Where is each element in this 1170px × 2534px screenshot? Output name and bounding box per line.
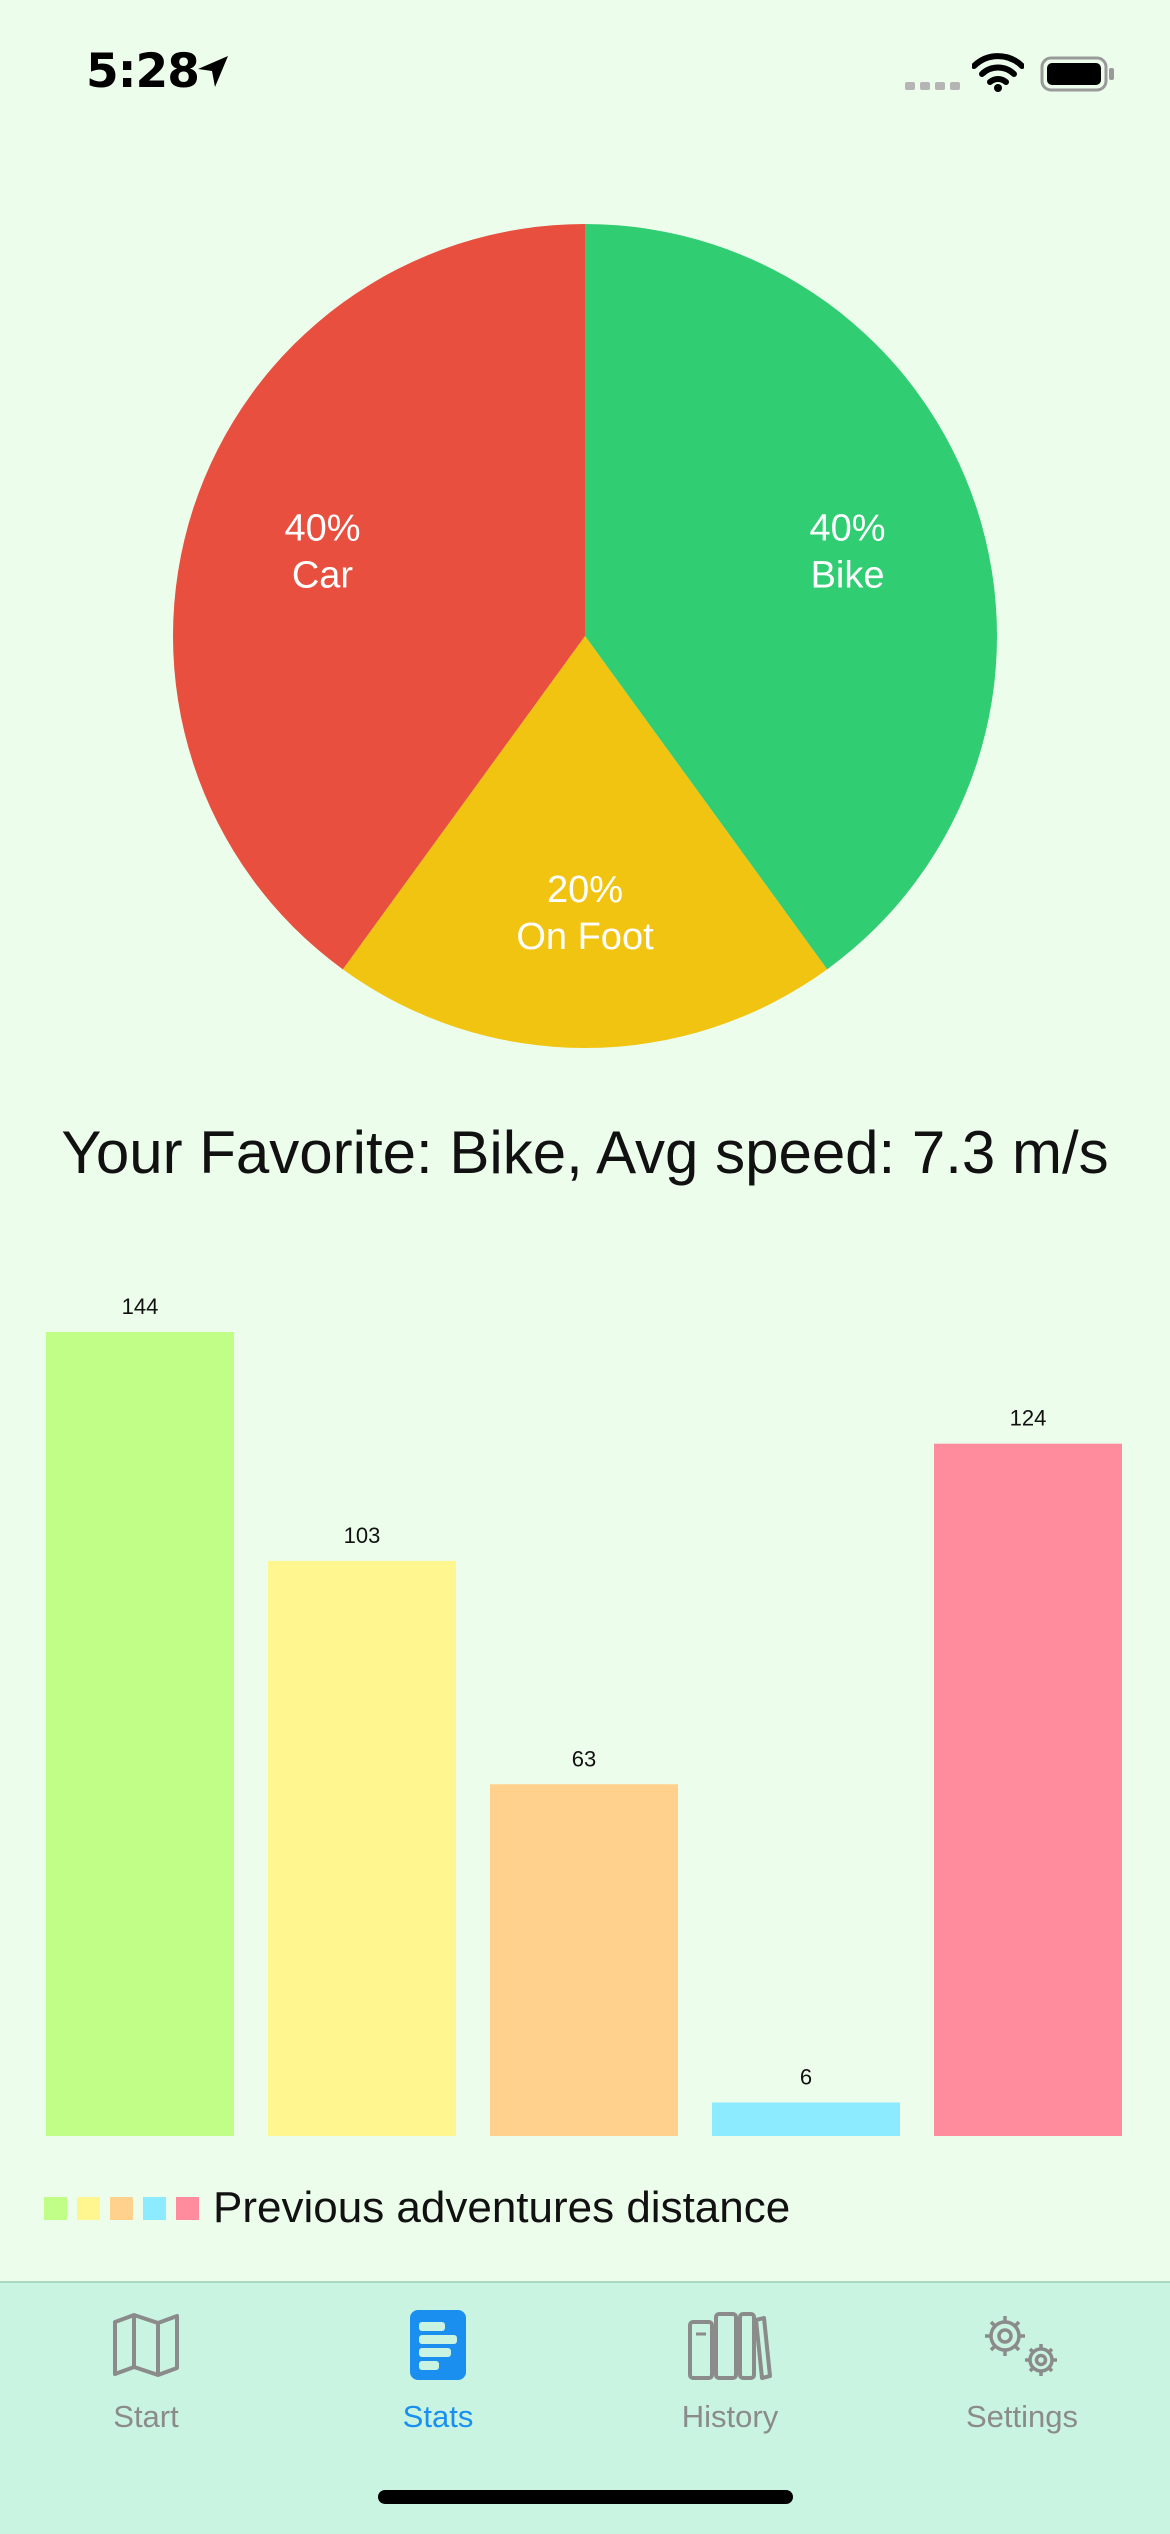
tab-stats[interactable]: Stats [328,2305,548,2445]
bar-3 [490,1784,678,2136]
battery-icon [1040,56,1114,92]
bar-value-label: 124 [1010,1406,1047,1431]
legend-swatch [44,2196,67,2220]
books-icon [685,2305,775,2385]
pie-slice-percent: 40% [809,508,885,550]
gears-icon [977,2305,1067,2385]
tab-label: Stats [402,2399,474,2434]
pie-slice-label: Bike [811,555,885,597]
tab-start[interactable]: Start [36,2305,256,2445]
tab-history[interactable]: History [620,2305,840,2445]
distance-bar-chart: 144 103 63 6 124 [0,1280,1170,2150]
bar-value-label: 6 [800,2065,812,2090]
pie-slice-percent: 20% [547,869,623,911]
favorite-summary: Your Favorite: Bike, Avg speed: 7.3 m/s [61,1119,1109,1186]
pie-chart-svg: 40% Bike 20% On Foot 40% Car [173,224,998,1048]
pie-slice-label: On Foot [516,916,654,958]
tab-label: Start [113,2399,179,2434]
bar-value-label: 63 [572,1746,596,1771]
bar-5 [934,1443,1122,2136]
pie-slice-label: Car [292,555,354,597]
tab-label: Settings [965,2399,1078,2434]
tab-settings[interactable]: Settings [912,2305,1132,2445]
bar-value-label: 144 [122,1294,159,1319]
transport-pie-chart: 40% Bike 20% On Foot 40% Car [0,200,1170,1080]
wifi-icon [972,53,1024,92]
legend-swatch [176,2196,199,2220]
home-indicator [378,2490,793,2504]
cellular-signal-icon [905,82,960,90]
legend-swatch [110,2196,133,2220]
legend-label: Previous adventures distance [213,2183,791,2232]
bar-chart-svg: 144 103 63 6 124 [46,1294,1122,2136]
status-bar: 5:28 [0,0,1170,150]
bar-4 [712,2102,900,2136]
legend-swatch [143,2196,166,2220]
bar-2 [268,1560,456,2136]
map-icon [101,2305,191,2385]
pie-slice-percent: 40% [284,508,360,550]
bar-1 [46,1332,234,2136]
status-time: 5:28 [86,44,200,99]
bar-chart-legend: Previous adventures distance [44,2180,790,2236]
stats-icon [393,2305,483,2385]
tab-label: History [681,2399,779,2434]
location-arrow-icon [198,56,228,87]
bar-value-label: 103 [344,1523,381,1548]
legend-swatch [77,2196,100,2220]
